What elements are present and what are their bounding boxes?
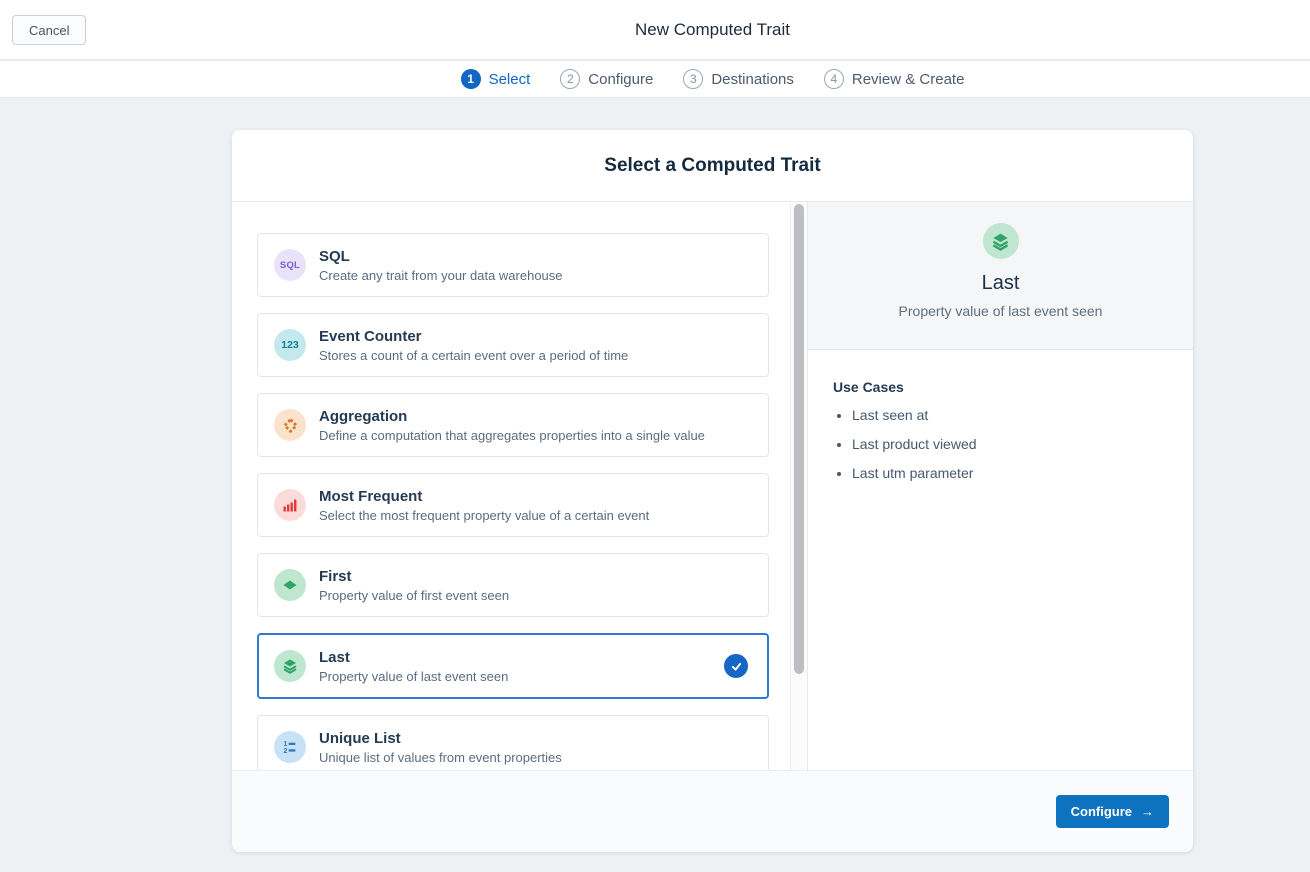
detail-subtitle: Property value of last event seen — [808, 303, 1193, 319]
top-bar: Cancel New Computed Trait — [0, 0, 1310, 60]
layers-icon — [274, 650, 306, 682]
sql-badge-icon: SQL — [274, 249, 306, 281]
trait-description: Stores a count of a certain event over a… — [319, 348, 628, 363]
stepper: 1 Select 2 Configure 3 Destinations 4 Re… — [232, 61, 1193, 97]
trait-title: Most Frequent — [319, 488, 649, 505]
selected-check-icon — [724, 654, 748, 678]
trait-description: Select the most frequent property value … — [319, 508, 649, 523]
step-4-label: Review & Create — [852, 71, 965, 88]
trait-option-unique-list[interactable]: 12 Unique List Unique list of values fro… — [257, 715, 769, 770]
configure-button[interactable]: Configure → — [1056, 795, 1169, 828]
use-cases-heading: Use Cases — [833, 379, 1168, 395]
trait-title: Event Counter — [319, 328, 628, 345]
trait-description: Unique list of values from event propert… — [319, 750, 562, 765]
select-trait-card: Select a Computed Trait SQL SQL Create a… — [232, 130, 1193, 852]
trait-option-first[interactable]: First Property value of first event seen — [257, 553, 769, 617]
layers-icon — [983, 223, 1019, 259]
trait-title: Last — [319, 649, 508, 666]
step-2-circle: 2 — [560, 69, 580, 89]
svg-text:2: 2 — [284, 748, 288, 755]
use-case-item: Last product viewed — [852, 436, 1168, 452]
step-4-circle: 4 — [824, 69, 844, 89]
card-body: SQL SQL Create any trait from your data … — [232, 202, 1193, 770]
use-case-item: Last seen at — [852, 407, 1168, 423]
step-3-circle: 3 — [683, 69, 703, 89]
detail-panel-header: Last Property value of last event seen — [808, 202, 1193, 350]
trait-option-most-frequent[interactable]: Most Frequent Select the most frequent p… — [257, 473, 769, 537]
configure-button-label: Configure — [1071, 804, 1132, 819]
trait-title: Unique List — [319, 730, 562, 747]
trait-option-event-counter[interactable]: 123 Event Counter Stores a count of a ce… — [257, 313, 769, 377]
detail-title: Last — [808, 272, 1193, 295]
bar-chart-icon — [274, 489, 306, 521]
step-2-label: Configure — [588, 71, 653, 88]
step-configure[interactable]: 2 Configure — [560, 69, 653, 89]
step-1-label: Select — [489, 71, 531, 88]
step-3-label: Destinations — [711, 71, 794, 88]
trait-title: SQL — [319, 248, 563, 265]
list-scrollbar-thumb[interactable] — [794, 204, 804, 674]
step-destinations[interactable]: 3 Destinations — [683, 69, 794, 89]
trait-detail-panel: Last Property value of last event seen U… — [807, 202, 1193, 770]
use-cases-list: Last seen at Last product viewed Last ut… — [833, 407, 1168, 481]
trait-title: First — [319, 568, 509, 585]
use-case-item: Last utm parameter — [852, 465, 1168, 481]
counter-123-icon: 123 — [274, 329, 306, 361]
trait-option-aggregation[interactable]: Aggregation Define a computation that ag… — [257, 393, 769, 457]
diamond-icon — [274, 569, 306, 601]
list-scrollbar-track[interactable] — [790, 202, 807, 770]
numbered-list-icon: 12 — [274, 731, 306, 763]
step-select[interactable]: 1 Select — [461, 69, 531, 89]
cancel-button[interactable]: Cancel — [12, 15, 86, 45]
step-1-circle: 1 — [461, 69, 481, 89]
aggregation-diamond-icon — [274, 409, 306, 441]
stepper-bar: 1 Select 2 Configure 3 Destinations 4 Re… — [0, 61, 1310, 98]
page-title: New Computed Trait — [232, 0, 1193, 60]
card-title: Select a Computed Trait — [232, 130, 1193, 202]
trait-description: Create any trait from your data warehous… — [319, 268, 563, 283]
trait-list: SQL SQL Create any trait from your data … — [232, 202, 790, 770]
trait-description: Property value of last event seen — [319, 669, 508, 684]
trait-title: Aggregation — [319, 408, 705, 425]
card-footer: Configure → — [232, 770, 1193, 852]
trait-description: Property value of first event seen — [319, 588, 509, 603]
trait-description: Define a computation that aggregates pro… — [319, 428, 705, 443]
trait-option-sql[interactable]: SQL SQL Create any trait from your data … — [257, 233, 769, 297]
arrow-right-icon: → — [1141, 804, 1154, 819]
trait-option-last[interactable]: Last Property value of last event seen — [257, 633, 769, 699]
step-review-create[interactable]: 4 Review & Create — [824, 69, 965, 89]
detail-panel-body: Use Cases Last seen at Last product view… — [808, 350, 1193, 494]
